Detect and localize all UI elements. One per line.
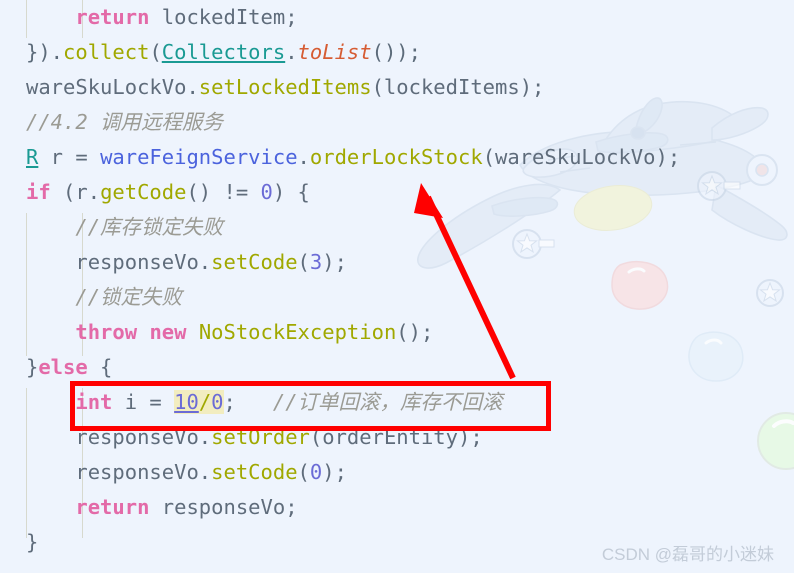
code-token: responseVo [26, 460, 199, 484]
code-line[interactable]: R r = wareFeignService.orderLockStock(wa… [0, 140, 794, 175]
code-token: wareFeignService [100, 145, 298, 169]
code-token: new [149, 320, 187, 344]
code-token: r = [38, 145, 101, 169]
code-token: } [26, 530, 39, 554]
code-token: orderLockStock [309, 145, 483, 169]
csdn-watermark: CSDN @磊哥的小迷妹 [601, 545, 774, 564]
code-token: ); [322, 250, 347, 274]
code-token: ) { [272, 180, 310, 204]
code-token: responseVo [26, 425, 199, 449]
code-token: throw [75, 320, 138, 344]
code-token: . [198, 460, 212, 484]
code-token: / [198, 390, 212, 414]
code-line[interactable]: int i = 10/0; //订单回滚，库存不回滚 [0, 385, 794, 420]
code-token: (r. [50, 180, 101, 204]
code-token: getCode [100, 180, 187, 204]
code-token: int [75, 390, 113, 414]
code-token: ; [223, 390, 273, 414]
code-line[interactable]: responseVo.setOrder(orderEntity); [0, 420, 794, 455]
code-token: 10 [174, 390, 199, 414]
code-token: (lockedItems); [371, 75, 545, 99]
code-line[interactable]: //4.2 调用远程服务 [0, 105, 794, 140]
code-line[interactable]: return responseVo; [0, 490, 794, 525]
code-token: }). [26, 40, 64, 64]
code-token: //库存锁定失败 [75, 215, 224, 239]
code-token: ( [297, 460, 310, 484]
code-line[interactable]: }else { [0, 350, 794, 385]
code-token: ()); [371, 40, 421, 64]
code-token: . [198, 250, 212, 274]
code-token: 0 [309, 460, 323, 484]
code-line[interactable]: return lockedItem; [0, 0, 794, 35]
code-token: R [26, 145, 39, 169]
code-token: return [75, 5, 150, 29]
code-token: //锁定失败 [75, 285, 183, 309]
code-token: . [186, 75, 199, 99]
code-line[interactable]: //库存锁定失败 [0, 210, 794, 245]
code-line[interactable]: if (r.getCode() != 0) { [0, 175, 794, 210]
code-token: (); [396, 320, 434, 344]
code-line[interactable]: responseVo.setCode(0); [0, 455, 794, 490]
code-token: () != [186, 180, 261, 204]
code-token: . [285, 40, 298, 64]
code-token: if [26, 180, 51, 204]
code-token: i = [112, 390, 175, 414]
code-token: . [297, 145, 310, 169]
code-token: 3 [309, 250, 323, 274]
code-token: collect [63, 40, 150, 64]
code-token: responseVo [26, 250, 199, 274]
code-token: } [26, 355, 39, 379]
code-token: (orderEntity); [309, 425, 483, 449]
code-line[interactable]: responseVo.setCode(3); [0, 245, 794, 280]
code-token: //订单回滚，库存不回滚 [272, 390, 503, 414]
code-token: NoStockException [198, 320, 397, 344]
code-token: (wareSkuLockVo); [482, 145, 681, 169]
code-line[interactable]: throw new NoStockException(); [0, 315, 794, 350]
code-token: setCode [211, 460, 298, 484]
code-token: setCode [211, 250, 298, 274]
code-screenshot: return lockedItem;}).collect(Collectors.… [0, 0, 794, 573]
code-line[interactable]: wareSkuLockVo.setLockedItems(lockedItems… [0, 70, 794, 105]
code-token: lockedItem; [149, 5, 298, 29]
code-line[interactable]: //锁定失败 [0, 280, 794, 315]
code-token: else [38, 355, 88, 379]
code-token: ); [322, 460, 347, 484]
code-token: setOrder [211, 425, 310, 449]
code-token: 0 [260, 180, 273, 204]
code-line[interactable]: }).collect(Collectors.toList()); [0, 35, 794, 70]
code-token: 0 [211, 390, 224, 414]
code-token: ( [149, 40, 162, 64]
code-editor-content[interactable]: return lockedItem;}).collect(Collectors.… [0, 0, 794, 573]
code-token: . [198, 425, 212, 449]
code-token: { [87, 355, 113, 379]
code-token: toList [297, 40, 372, 64]
code-token: ( [297, 250, 310, 274]
code-token: setLockedItems [198, 75, 372, 99]
code-token: Collectors [161, 40, 286, 64]
code-token: responseVo; [149, 495, 298, 519]
code-token: return [75, 495, 150, 519]
code-token: //4.2 调用远程服务 [26, 110, 224, 134]
code-token: wareSkuLockVo [26, 75, 187, 99]
